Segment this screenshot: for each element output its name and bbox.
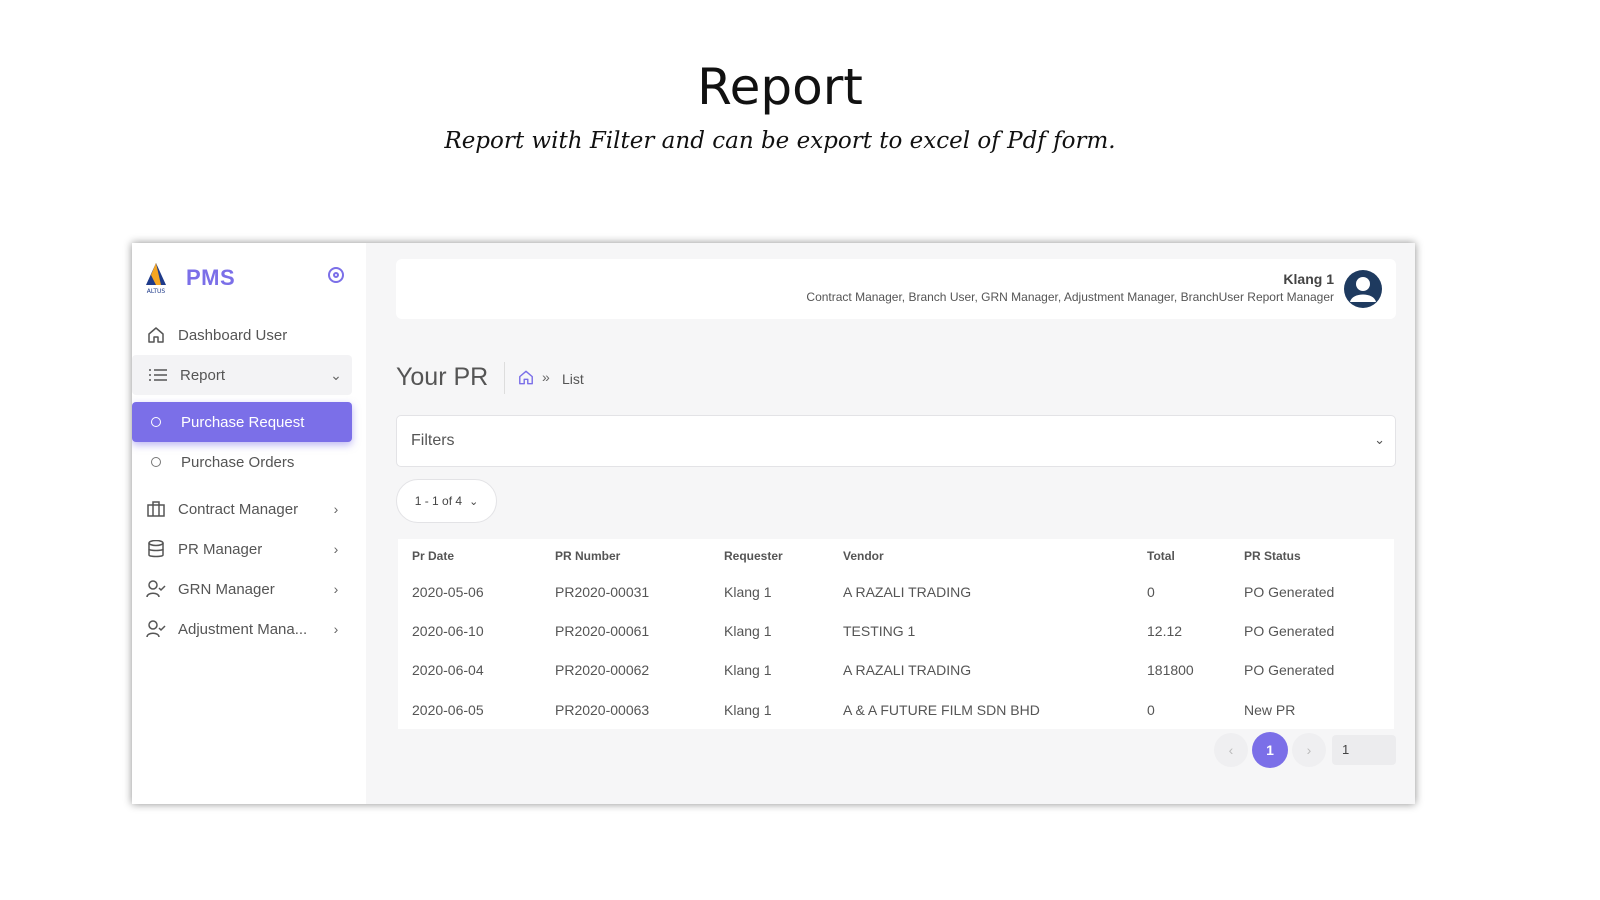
cell-pr-number: PR2020-00061 (555, 623, 650, 639)
avatar[interactable] (1344, 270, 1382, 308)
slide-subtitle: Report with Filter and can be export to … (444, 128, 1116, 154)
cell-vendor: A RAZALI TRADING (843, 584, 972, 600)
app-name: PMS (186, 265, 236, 290)
column-header[interactable]: PR Status (1244, 549, 1301, 563)
slide-title: Report (697, 58, 863, 116)
cell-pr-status: PO Generated (1244, 584, 1335, 600)
user-avatar-icon (1350, 277, 1376, 302)
pagination-prev-button[interactable]: ‹ (1214, 733, 1248, 767)
sidebar-item-label: Purchase Orders (181, 453, 295, 471)
user-roles: Contract Manager, Branch User, GRN Manag… (806, 290, 1334, 304)
cell-pr-date: 2020-06-04 (412, 662, 484, 678)
cell-vendor: TESTING 1 (843, 623, 916, 639)
chevron-right-icon: › (333, 581, 339, 597)
pagination-next-button[interactable]: › (1292, 733, 1326, 767)
cell-requester: Klang 1 (724, 623, 772, 639)
altus-logo-icon: ALTUS (146, 263, 166, 295)
sidebar-item-label: Dashboard User (178, 326, 288, 344)
chevron-right-icon: › (333, 621, 339, 637)
cell-requester: Klang 1 (724, 584, 772, 600)
column-header[interactable]: Requester (724, 549, 783, 563)
brand[interactable]: ALTUS PMS (142, 261, 235, 295)
breadcrumb-current: List (562, 371, 584, 387)
column-header[interactable]: Vendor (843, 549, 884, 563)
sidebar-item-label: GRN Manager (178, 580, 275, 598)
circle-icon (151, 417, 161, 427)
top-bar: Klang 1 Contract Manager, Branch User, G… (396, 259, 1396, 319)
cell-total: 181800 (1147, 662, 1194, 678)
title-divider (504, 362, 505, 394)
pr-table: Pr Date PR Number Requester Vendor Total… (398, 539, 1394, 729)
app-window: ALTUS PMS Dashboard User Report ⌄ Purcha… (132, 243, 1415, 804)
pagination-page-button[interactable]: 1 (1252, 732, 1288, 768)
home-icon (146, 325, 166, 345)
sidebar-item-label: Purchase Request (181, 413, 305, 431)
chevron-right-icon: › (333, 501, 339, 517)
sidebar-item-pr-manager[interactable]: PR Manager › (132, 529, 352, 569)
cell-total: 0 (1147, 584, 1155, 600)
briefcase-icon (146, 499, 166, 519)
cell-total: 12.12 (1147, 623, 1183, 639)
cell-pr-date: 2020-06-10 (412, 623, 484, 639)
filters-panel[interactable]: Filters ⌄ (396, 415, 1396, 467)
logo-text: ALTUS (147, 288, 166, 295)
pagination-summary: 1 - 1 of 4 (414, 494, 463, 508)
cell-pr-status: PO Generated (1244, 662, 1335, 678)
sidebar-item-adjustment-manager[interactable]: Adjustment Mana... › (132, 609, 352, 649)
cell-pr-status: New PR (1244, 702, 1296, 718)
sidebar-item-label: PR Manager (178, 540, 263, 558)
chevron-down-icon: ⌄ (469, 495, 479, 508)
user-name: Klang 1 (1283, 271, 1334, 287)
sidebar-toggle-icon[interactable] (328, 267, 344, 283)
cell-pr-number: PR2020-00031 (555, 584, 650, 600)
chevron-left-icon: ‹ (1228, 742, 1234, 758)
sidebar-item-label: Report (180, 366, 226, 384)
database-icon (146, 539, 166, 559)
breadcrumb-home-icon[interactable] (518, 369, 534, 391)
cell-requester: Klang 1 (724, 702, 772, 718)
cell-pr-status: PO Generated (1244, 623, 1335, 639)
cell-pr-number: PR2020-00063 (555, 702, 650, 718)
sidebar-item-grn-manager[interactable]: GRN Manager › (132, 569, 352, 609)
user-check-icon (146, 579, 166, 599)
column-header[interactable]: Total (1147, 549, 1175, 563)
page-number-input[interactable]: 1 (1332, 735, 1396, 765)
cell-vendor: A RAZALI TRADING (843, 662, 972, 678)
chevron-right-icon: › (1306, 742, 1312, 758)
pagination-summary-dropdown[interactable]: 1 - 1 of 4 ⌄ (396, 479, 497, 523)
column-header[interactable]: Pr Date (412, 549, 454, 563)
list-icon (148, 365, 168, 385)
cell-pr-date: 2020-05-06 (412, 584, 484, 600)
sidebar-item-report[interactable]: Report ⌄ (132, 355, 352, 395)
chevron-down-icon: ⌄ (1374, 432, 1385, 447)
page-title: Your PR (396, 363, 489, 391)
sidebar-item-label: Contract Manager (178, 500, 299, 518)
cell-requester: Klang 1 (724, 662, 772, 678)
chevron-down-icon: ⌄ (330, 366, 342, 383)
filters-label: Filters (411, 432, 455, 449)
column-header[interactable]: PR Number (555, 549, 620, 563)
sidebar-item-purchase-orders[interactable]: Purchase Orders (132, 442, 352, 482)
sidebar: ALTUS PMS Dashboard User Report ⌄ Purcha… (132, 243, 366, 804)
cell-pr-number: PR2020-00062 (555, 662, 650, 678)
cell-vendor: A & A FUTURE FILM SDN BHD (843, 702, 1040, 718)
sidebar-item-purchase-request[interactable]: Purchase Request (132, 402, 352, 442)
sidebar-item-contract-manager[interactable]: Contract Manager › (132, 489, 352, 529)
cell-pr-date: 2020-06-05 (412, 702, 484, 718)
circle-icon (151, 457, 161, 467)
breadcrumb-separator: » (542, 369, 550, 385)
sidebar-item-label: Adjustment Mana... (178, 620, 308, 638)
user-check-icon (146, 619, 166, 639)
sidebar-item-dashboard[interactable]: Dashboard User (132, 315, 352, 355)
chevron-right-icon: › (333, 541, 339, 557)
cell-total: 0 (1147, 702, 1155, 718)
